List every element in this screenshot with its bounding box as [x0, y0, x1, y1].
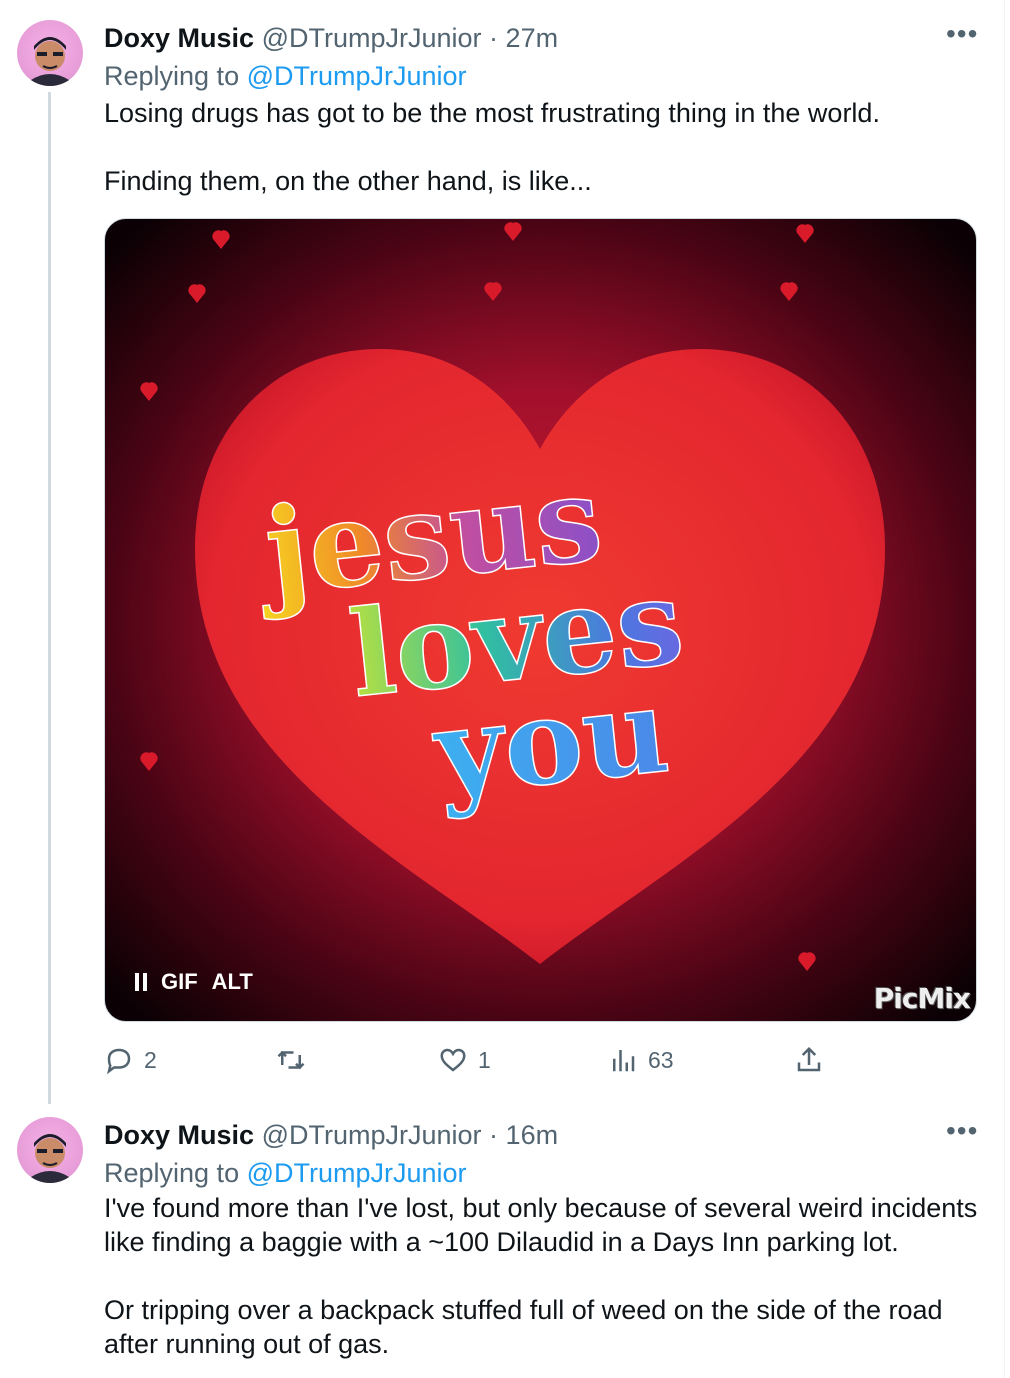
share-button[interactable]: [794, 1040, 824, 1080]
more-icon[interactable]: •••: [946, 20, 978, 56]
column-border: [1004, 0, 1005, 1378]
user-handle[interactable]: @DTrumpJrJunior: [262, 23, 482, 53]
gif-controls: GIF ALT: [135, 969, 253, 995]
tweet-text: Losing drugs has got to be the most frus…: [104, 98, 880, 196]
replying-to: Replying to @DTrumpJrJunior: [104, 58, 467, 94]
tweet[interactable]: Doxy Music @DTrumpJrJunior · 16m ••• Rep…: [0, 1117, 1004, 1378]
retweet-icon: [277, 1050, 305, 1070]
views-button[interactable]: 63: [608, 1040, 674, 1080]
reply-count: 2: [144, 1046, 157, 1073]
gif-badge: GIF: [161, 969, 198, 994]
like-button[interactable]: 1: [438, 1040, 491, 1080]
replying-prefix: Replying to: [104, 61, 247, 91]
pause-icon[interactable]: [135, 973, 147, 991]
replying-to: Replying to @DTrumpJrJunior: [104, 1155, 467, 1191]
alt-badge[interactable]: ALT: [212, 969, 253, 995]
separator-dot: ·: [489, 23, 499, 53]
timestamp[interactable]: 27m: [506, 23, 559, 53]
like-count: 1: [478, 1046, 491, 1073]
display-name[interactable]: Doxy Music: [104, 1120, 254, 1150]
avatar[interactable]: [17, 20, 83, 86]
display-name[interactable]: Doxy Music: [104, 23, 254, 53]
timestamp[interactable]: 16m: [506, 1120, 559, 1150]
gif-media[interactable]: jesus loves you GIF ALT PicMix: [104, 218, 977, 1022]
watermark: PicMix: [873, 982, 971, 1015]
tweet-header: Doxy Music @DTrumpJrJunior · 27m: [104, 20, 558, 56]
action-bar: 2 1 63: [104, 1040, 984, 1080]
retweet-button[interactable]: [276, 1040, 316, 1080]
reply-button[interactable]: 2: [104, 1040, 157, 1080]
tweet[interactable]: Doxy Music @DTrumpJrJunior · 27m ••• Rep…: [0, 20, 1004, 1095]
mention-link[interactable]: @DTrumpJrJunior: [247, 1158, 467, 1188]
user-handle[interactable]: @DTrumpJrJunior: [262, 1120, 482, 1150]
tweet-text: I've found more than I've lost, but only…: [104, 1193, 978, 1359]
separator-dot: ·: [489, 1120, 499, 1150]
replying-prefix: Replying to: [104, 1158, 247, 1188]
views-icon: [613, 1050, 635, 1072]
mention-link[interactable]: @DTrumpJrJunior: [247, 61, 467, 91]
avatar[interactable]: [17, 1117, 83, 1183]
view-count: 63: [648, 1046, 674, 1073]
tweet-header: Doxy Music @DTrumpJrJunior · 16m: [104, 1117, 558, 1153]
share-icon: [797, 1046, 821, 1072]
like-icon: [440, 1048, 466, 1072]
more-icon[interactable]: •••: [946, 1117, 978, 1153]
gif-word: you: [426, 660, 674, 823]
reply-icon: [107, 1048, 131, 1075]
heart-graphic: jesus loves you: [140, 222, 885, 971]
